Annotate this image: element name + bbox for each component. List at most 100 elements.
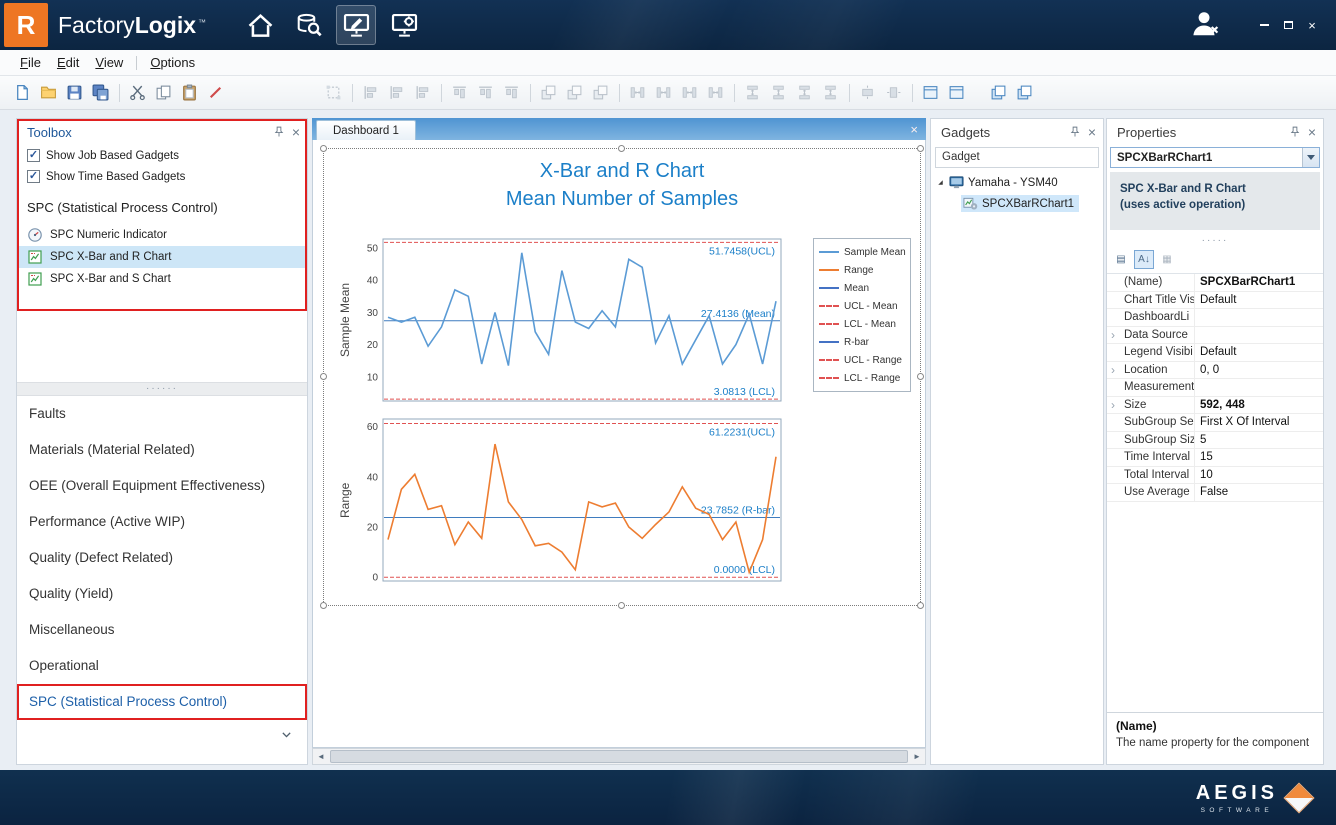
menu-edit[interactable]: Edit	[49, 52, 87, 73]
toolbox-category-quality-defect-related[interactable]: Quality (Defect Related)	[17, 540, 307, 576]
nav-home[interactable]	[240, 5, 280, 45]
chevron-down-icon[interactable]	[280, 728, 293, 744]
checkbox-row-show-job-based-gadgets[interactable]: ✓Show Job Based Gadgets	[17, 145, 307, 166]
make-same-height-button[interactable]	[588, 80, 613, 105]
paste-button[interactable]	[177, 80, 202, 105]
cut-button[interactable]	[125, 80, 150, 105]
align-center-button[interactable]	[384, 80, 409, 105]
property-row-location[interactable]: ›Location0, 0	[1107, 362, 1323, 380]
toolbox-close-icon[interactable]: ×	[292, 125, 300, 139]
make-same-width-button[interactable]	[536, 80, 561, 105]
property-row-data-source[interactable]: ›Data Source	[1107, 327, 1323, 345]
make-same-size-button[interactable]	[562, 80, 587, 105]
toolbox-gadget-spc-x-bar-and-s-chart[interactable]: SPC X-Bar and S Chart	[17, 268, 307, 290]
close-button[interactable]: ×	[1300, 15, 1324, 35]
scroll-right-icon[interactable]: ►	[909, 752, 925, 761]
selection-handle[interactable]	[917, 373, 924, 380]
toolbox-category-miscellaneous[interactable]: Miscellaneous	[17, 612, 307, 648]
toolbox-splitter[interactable]: ······	[17, 382, 307, 396]
increase-vertical-spacing-button[interactable]	[766, 80, 791, 105]
checkbox-row-show-time-based-gadgets[interactable]: ✓Show Time Based Gadgets	[17, 166, 307, 187]
properties-resize-grip[interactable]: ·····	[1107, 230, 1323, 250]
remove-vertical-spacing-button[interactable]	[818, 80, 843, 105]
maximize-button[interactable]	[1276, 15, 1300, 35]
property-row-chart-title-vis[interactable]: Chart Title VisDefault	[1107, 292, 1323, 310]
save-all-button[interactable]	[88, 80, 113, 105]
gadget-selection[interactable]: X-Bar and R Chart Mean Number of Samples…	[323, 148, 921, 606]
tree-node-gadget[interactable]: SPCXBarRChart1	[931, 193, 1103, 214]
property-row-measurement[interactable]: Measurement	[1107, 379, 1323, 397]
tree-expander-icon[interactable]	[936, 178, 945, 187]
selected-gadget[interactable]: SPCXBarRChart1	[961, 195, 1079, 212]
remove-horizontal-spacing-button[interactable]	[703, 80, 728, 105]
selection-handle[interactable]	[320, 373, 327, 380]
toolbox-category-oee-overall-equipment-effectiveness[interactable]: OEE (Overall Equipment Effectiveness)	[17, 468, 307, 504]
center-horizontally-button[interactable]	[855, 80, 880, 105]
align-left-button[interactable]	[358, 80, 383, 105]
copy-button[interactable]	[151, 80, 176, 105]
center-vertically-button[interactable]	[881, 80, 906, 105]
selection-handle[interactable]	[917, 145, 924, 152]
toolbox-category-quality-yield[interactable]: Quality (Yield)	[17, 576, 307, 612]
property-row-subgroup-siz[interactable]: SubGroup Siz5	[1107, 432, 1323, 450]
property-row-name[interactable]: (Name)SPCXBarRChart1	[1107, 274, 1323, 292]
horizontal-scrollbar[interactable]: ◄ ►	[312, 748, 926, 765]
bring-to-front-button[interactable]	[918, 80, 943, 105]
align-middle-button[interactable]	[473, 80, 498, 105]
nav-data-search[interactable]	[288, 5, 328, 45]
property-pages-button[interactable]: ▦	[1157, 250, 1177, 269]
property-row-dashboardli[interactable]: DashboardLi	[1107, 309, 1323, 327]
expand-chevron-icon[interactable]: ›	[1111, 363, 1115, 377]
increase-horizontal-spacing-button[interactable]	[651, 80, 676, 105]
decrease-horizontal-spacing-button[interactable]	[677, 80, 702, 105]
open-button[interactable]	[36, 80, 61, 105]
selection-handle[interactable]	[320, 145, 327, 152]
selection-handle[interactable]	[618, 145, 625, 152]
categorized-view-button[interactable]: ▤	[1111, 250, 1131, 269]
align-top-button[interactable]	[447, 80, 472, 105]
selection-handle[interactable]	[618, 602, 625, 609]
checkbox-show-job-based-gadgets[interactable]: ✓	[27, 149, 40, 162]
cascade-button[interactable]	[986, 80, 1011, 105]
scrollbar-thumb[interactable]	[330, 750, 908, 763]
toolbox-category-performance-active-wip[interactable]: Performance (Active WIP)	[17, 504, 307, 540]
toolbox-category-materials-material-related[interactable]: Materials (Material Related)	[17, 432, 307, 468]
property-row-total-interval[interactable]: Total Interval10	[1107, 467, 1323, 485]
component-selector-dropdown[interactable]	[1302, 148, 1319, 167]
menu-view[interactable]: View	[87, 52, 131, 73]
property-row-time-interval[interactable]: Time Interval15	[1107, 449, 1323, 467]
checkbox-show-time-based-gadgets[interactable]: ✓	[27, 170, 40, 183]
selection-handle[interactable]	[320, 602, 327, 609]
remove-button[interactable]	[203, 80, 228, 105]
properties-close-icon[interactable]: ×	[1308, 125, 1316, 139]
snap-to-grid-button[interactable]	[321, 80, 346, 105]
toolbox-gadget-spc-numeric-indicator[interactable]: SPC Numeric Indicator	[17, 224, 307, 246]
decrease-vertical-spacing-button[interactable]	[792, 80, 817, 105]
align-bottom-button[interactable]	[499, 80, 524, 105]
gadgets-close-icon[interactable]: ×	[1088, 125, 1096, 139]
menu-file[interactable]: File	[12, 52, 49, 73]
tile-button[interactable]	[1012, 80, 1037, 105]
nav-process-settings[interactable]	[384, 5, 424, 45]
properties-pin-icon[interactable]	[1289, 126, 1301, 138]
toolbox-pin-icon[interactable]	[273, 126, 285, 138]
tab-dashboard-1[interactable]: Dashboard 1	[316, 120, 416, 140]
property-row-size[interactable]: ›Size592, 448	[1107, 397, 1323, 415]
toolbox-category-spc-statistical-process-control[interactable]: SPC (Statistical Process Control)	[17, 684, 307, 720]
user-logout-icon[interactable]	[1190, 9, 1222, 41]
property-row-subgroup-sel[interactable]: SubGroup SelFirst X Of Interval	[1107, 414, 1323, 432]
tab-close-icon[interactable]: ×	[910, 122, 926, 140]
expand-chevron-icon[interactable]: ›	[1111, 328, 1115, 342]
scroll-left-icon[interactable]: ◄	[313, 752, 329, 761]
expand-chevron-icon[interactable]: ›	[1111, 398, 1115, 412]
menu-options[interactable]: Options	[142, 52, 203, 73]
new-dashboard-button[interactable]	[10, 80, 35, 105]
component-selector[interactable]: SPCXBarRChart1	[1110, 147, 1320, 168]
selection-handle[interactable]	[917, 602, 924, 609]
property-row-use-average[interactable]: Use AverageFalse	[1107, 484, 1323, 502]
design-surface[interactable]: X-Bar and R Chart Mean Number of Samples…	[312, 140, 926, 748]
toolbox-category-faults[interactable]: Faults	[17, 396, 307, 432]
make-vertical-spacing-equal-button[interactable]	[740, 80, 765, 105]
minimize-button[interactable]	[1252, 15, 1276, 35]
nav-dashboard-designer[interactable]	[336, 5, 376, 45]
